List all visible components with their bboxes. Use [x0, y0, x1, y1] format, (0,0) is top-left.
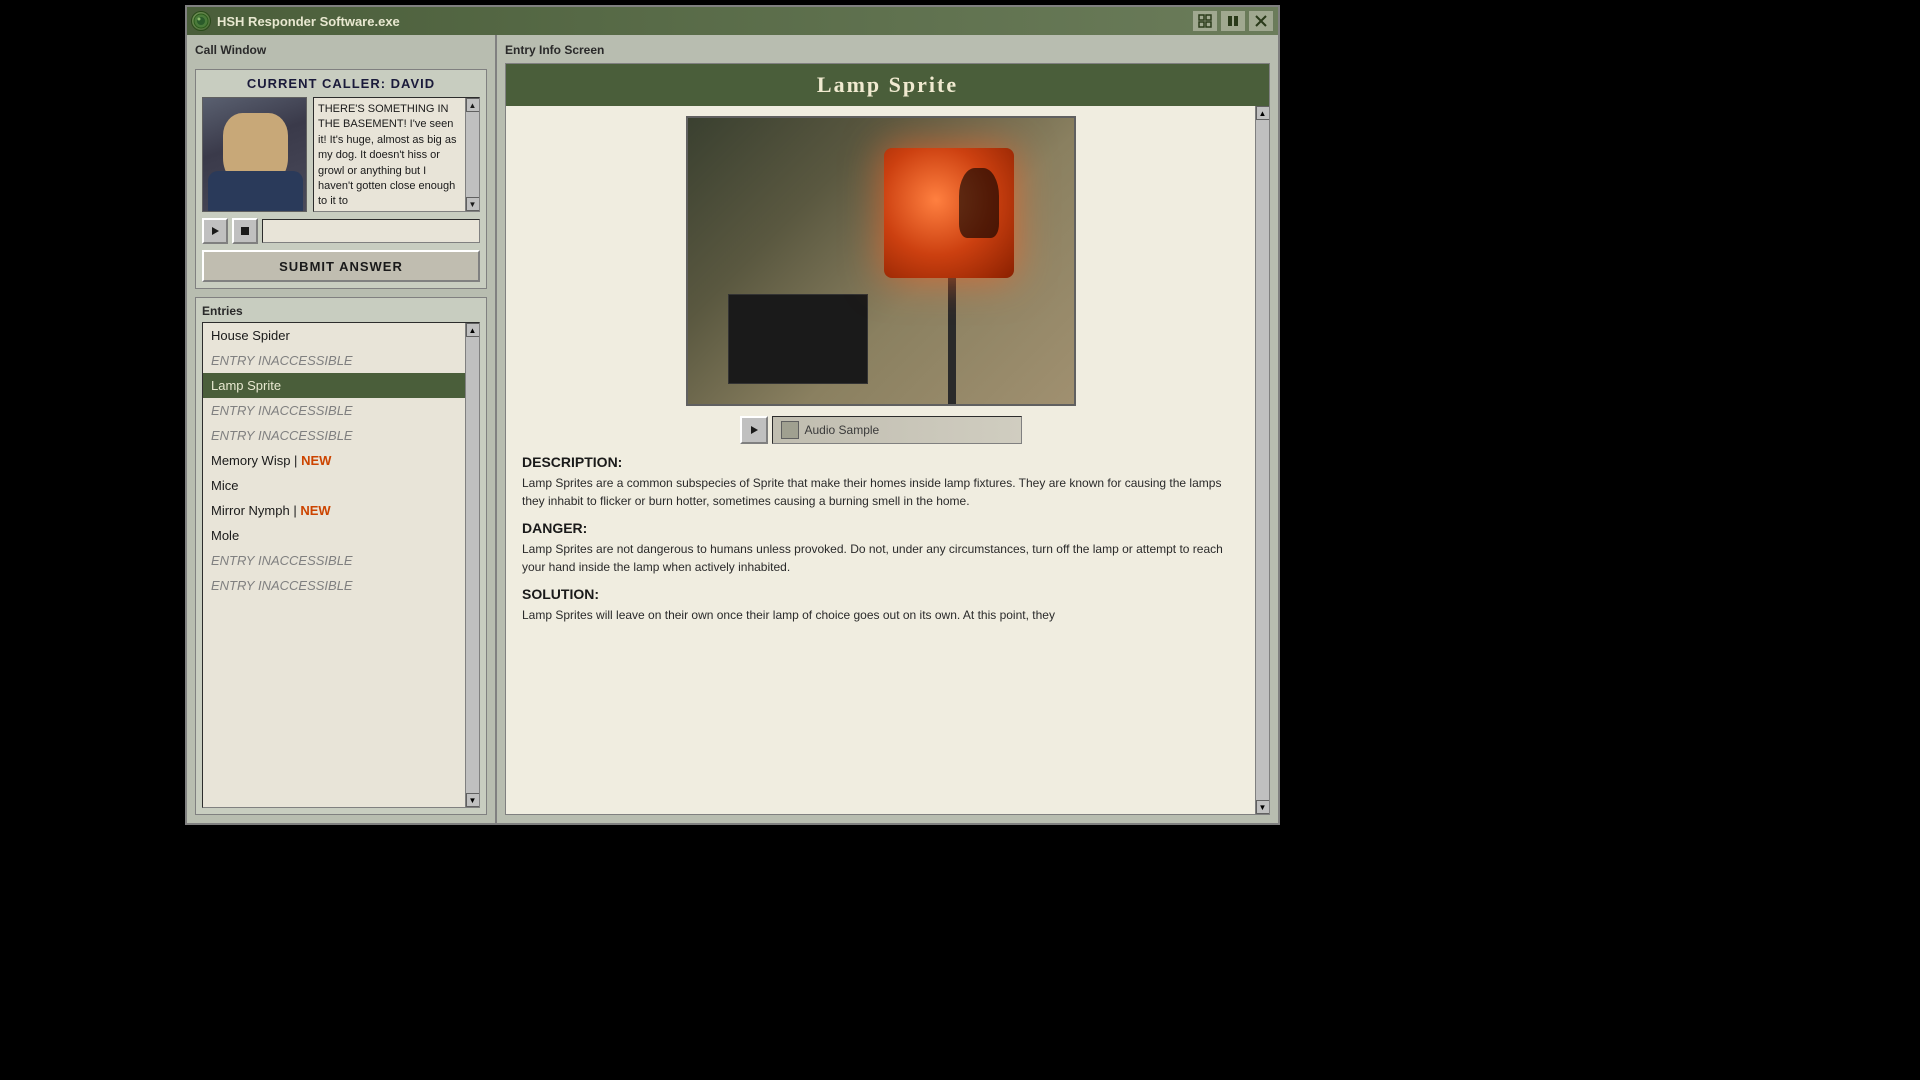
left-panel: Call Window CURRENT CALLER: DAVID THERE'… [187, 35, 497, 823]
entry-image-container [522, 116, 1239, 406]
entry-item-mole[interactable]: Mole [203, 523, 465, 548]
entry-item-lamp-sprite[interactable]: Lamp Sprite [203, 373, 465, 398]
danger-text: Lamp Sprites are not dangerous to humans… [522, 540, 1239, 576]
entry-info-scrollbar[interactable]: ▲ ▼ [1255, 106, 1269, 814]
entry-info-content: Lamp Sprite [505, 63, 1270, 815]
app-icon [191, 11, 211, 31]
audio-label: Audio Sample [805, 423, 880, 437]
audio-controls [202, 218, 480, 244]
entries-list-container: House Spider ENTRY INACCESSIBLE Lamp Spr… [202, 322, 480, 808]
stop-button[interactable] [232, 218, 258, 244]
submit-answer-button[interactable]: SUBMIT ANSWER [202, 250, 480, 282]
window-controls [1192, 10, 1274, 32]
new-badge-memory-wisp: NEW [301, 453, 331, 468]
content-area: Call Window CURRENT CALLER: DAVID THERE'… [187, 35, 1278, 823]
entry-item-inaccessible-5: ENTRY INACCESSIBLE [203, 573, 465, 598]
entry-body: Audio Sample DESCRIPTION: Lamp Sprites a… [506, 106, 1255, 814]
answer-input[interactable] [262, 219, 480, 243]
caller-area: THERE'S SOMETHING IN THE BASEMENT! I've … [202, 97, 480, 212]
entries-section: Entries House Spider ENTRY INACCESSIBLE … [195, 297, 487, 815]
entry-item-house-spider[interactable]: House Spider [203, 323, 465, 348]
entry-title-bar: Lamp Sprite [506, 64, 1269, 106]
description-heading: DESCRIPTION: [522, 454, 1239, 470]
entry-item-memory-wisp[interactable]: Memory Wisp | NEW [203, 448, 465, 473]
entry-item-inaccessible-4: ENTRY INACCESSIBLE [203, 548, 465, 573]
caller-text-scrollbar[interactable]: ▲ ▼ [465, 98, 479, 211]
entry-item-inaccessible-2: ENTRY INACCESSIBLE [203, 398, 465, 423]
entry-scroll-up[interactable]: ▲ [1256, 106, 1270, 120]
entries-scroll-up[interactable]: ▲ [466, 323, 480, 337]
entry-right-area: Audio Sample DESCRIPTION: Lamp Sprites a… [506, 106, 1269, 814]
audio-progress [781, 421, 799, 439]
call-window: CURRENT CALLER: DAVID THERE'S SOMETHING … [195, 69, 487, 289]
scroll-down-arrow[interactable]: ▼ [466, 197, 480, 211]
play-button[interactable] [202, 218, 228, 244]
description-section: DESCRIPTION: Lamp Sprites are a common s… [522, 454, 1239, 804]
entries-scrollbar[interactable]: ▲ ▼ [465, 323, 479, 807]
entry-image [686, 116, 1076, 406]
entries-label: Entries [202, 304, 480, 318]
lamp-base-box [728, 294, 868, 384]
title-bar: HSH Responder Software.exe [187, 7, 1278, 35]
entries-scroll-down[interactable]: ▼ [466, 793, 480, 807]
solution-heading: SOLUTION: [522, 586, 1239, 602]
scroll-up-arrow[interactable]: ▲ [466, 98, 480, 112]
entry-title: Lamp Sprite [817, 72, 958, 97]
description-text: Lamp Sprites are a common subspecies of … [522, 474, 1239, 510]
window-title: HSH Responder Software.exe [217, 14, 1186, 29]
new-badge-mirror-nymph: NEW [300, 503, 330, 518]
main-window: HSH Responder Software.exe [185, 5, 1280, 825]
current-caller-label: CURRENT CALLER: DAVID [202, 76, 480, 91]
entry-item-inaccessible-1: ENTRY INACCESSIBLE [203, 348, 465, 373]
caller-text: THERE'S SOMETHING IN THE BASEMENT! I've … [313, 97, 480, 212]
entry-info-label: Entry Info Screen [505, 43, 1270, 57]
audio-bar: Audio Sample [772, 416, 1022, 444]
audio-sample-row: Audio Sample [522, 416, 1239, 444]
call-window-label: Call Window [195, 43, 487, 57]
entry-item-mirror-nymph[interactable]: Mirror Nymph | NEW [203, 498, 465, 523]
pause-button[interactable] [1220, 10, 1246, 32]
grid-button[interactable] [1192, 10, 1218, 32]
right-panel: Entry Info Screen Lamp Sprite [497, 35, 1278, 823]
caller-image [202, 97, 307, 212]
solution-text: Lamp Sprites will leave on their own onc… [522, 606, 1239, 624]
entries-list: House Spider ENTRY INACCESSIBLE Lamp Spr… [203, 323, 465, 807]
entry-item-inaccessible-3: ENTRY INACCESSIBLE [203, 423, 465, 448]
danger-heading: DANGER: [522, 520, 1239, 536]
shadow-figure [959, 168, 999, 238]
audio-play-button[interactable] [740, 416, 768, 444]
entry-item-mice[interactable]: Mice [203, 473, 465, 498]
entry-scroll-down[interactable]: ▼ [1256, 800, 1270, 814]
close-button[interactable] [1248, 10, 1274, 32]
